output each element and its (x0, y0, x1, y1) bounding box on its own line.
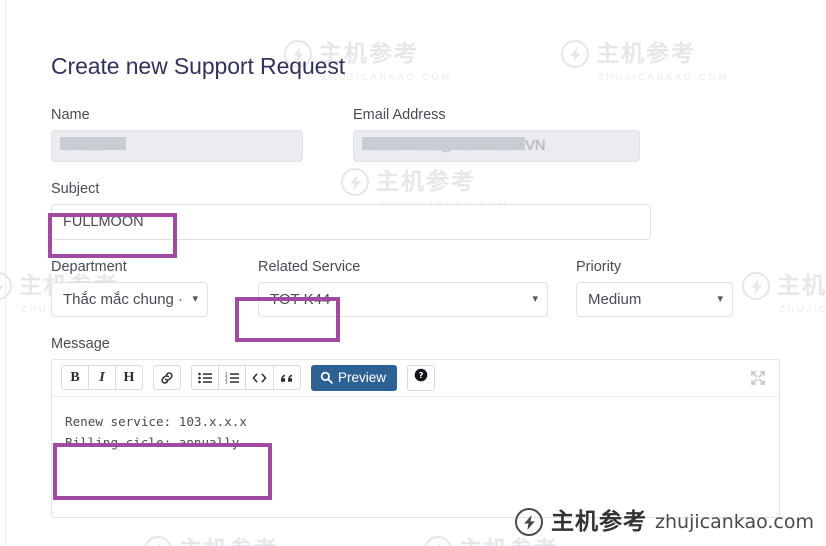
email-redaction-bar (362, 136, 525, 150)
question-mark-icon: ? (414, 368, 428, 387)
svg-text:?: ? (419, 370, 424, 380)
heading-button[interactable]: H (115, 365, 143, 391)
name-label: Name (51, 106, 90, 123)
code-button[interactable] (245, 365, 274, 391)
lightning-circle-icon (144, 536, 172, 546)
priority-select-value: Medium (588, 290, 642, 308)
related-service-select-value: TOT K44 (270, 290, 331, 308)
search-icon (320, 371, 333, 384)
preview-button[interactable]: Preview (311, 364, 398, 391)
link-group (153, 365, 181, 391)
help-button[interactable]: ? (407, 364, 436, 391)
watermark-faded-bottom-right: 主机参考 (424, 536, 559, 546)
chevron-down-icon: ▾ (717, 292, 723, 305)
subject-label: Subject (51, 180, 100, 197)
lightning-circle-icon (515, 508, 544, 536)
watermark-faded-bottom-left: 主机参考 (144, 536, 279, 546)
list-insert-group: 1 2 3 (191, 365, 301, 391)
preview-button-label: Preview (338, 370, 387, 386)
fullscreen-expand-button[interactable] (750, 370, 766, 386)
quote-icon (280, 372, 294, 384)
priority-label: Priority (576, 258, 622, 275)
watermark-solid-bottom-right: 主机参考 zhujicankao.com (515, 508, 814, 536)
message-textarea[interactable]: Renew service: 103.x.x.x Billing cicle: … (52, 397, 779, 517)
support-request-form: Create new Support Request Name HA LE Em… (51, 0, 780, 518)
page-title: Create new Support Request (51, 53, 346, 79)
unordered-list-button[interactable] (191, 365, 219, 391)
italic-button[interactable]: I (88, 365, 116, 391)
message-label: Message (51, 335, 110, 352)
support-request-page: 主机参考 ZHUJICANKAO.COM 主机参考 ZHUJICANKAO.CO… (0, 0, 826, 546)
text-format-group: B I H (61, 365, 143, 391)
watermark-en-text: ZHUJICANKAO.COM (779, 304, 826, 315)
bold-label: B (70, 369, 80, 385)
related-service-select[interactable]: TOT K44 ▾ (258, 281, 548, 317)
message-editor: B I H 1 2 3 Preview ? Renew service: 103… (51, 358, 780, 518)
unordered-list-icon (198, 372, 212, 384)
link-icon (160, 371, 174, 385)
subject-input[interactable]: FULLMOON (51, 203, 651, 240)
chevron-down-icon: ▾ (532, 292, 538, 305)
italic-label: I (99, 369, 105, 385)
editor-toolbar: B I H 1 2 3 Preview ? (52, 360, 779, 397)
priority-select[interactable]: Medium ▾ (576, 281, 733, 317)
watermark-solid-cn-text: 主机参考 (551, 508, 648, 535)
related-service-label: Related Service (258, 258, 361, 275)
watermark-faded-right-edge: 主机参考 ZHUJICANKAO.COM (742, 272, 826, 315)
email-input[interactable]: VIETHA.LE@TOTHOST.VN (353, 129, 640, 162)
department-label: Department (51, 258, 127, 275)
watermark-cn-text: 主机参考 (459, 538, 559, 546)
ordered-list-button[interactable]: 1 2 3 (218, 365, 246, 391)
department-select-value: Thắc mắc chung · (63, 290, 184, 308)
svg-text:3: 3 (225, 379, 228, 384)
watermark-solid-domain-text: zhujicankao.com (655, 511, 814, 533)
bold-button[interactable]: B (61, 365, 89, 391)
watermark-cn-text: 主机参考 (777, 272, 826, 299)
lightning-circle-icon (424, 536, 452, 546)
lightning-circle-icon (0, 272, 12, 300)
name-redaction-bar (60, 136, 126, 150)
chevron-down-icon: ▾ (192, 292, 198, 305)
heading-label: H (123, 369, 135, 385)
link-button[interactable] (153, 365, 181, 391)
watermark-cn-text: 主机参考 (179, 538, 279, 546)
code-icon (252, 372, 267, 384)
ordered-list-icon: 1 2 3 (225, 372, 239, 384)
email-label: Email Address (353, 106, 446, 123)
department-select[interactable]: Thắc mắc chung · ▾ (51, 281, 208, 317)
name-input[interactable]: HA LE (51, 129, 303, 162)
quote-button[interactable] (273, 365, 301, 391)
page-left-rule (5, 0, 6, 546)
fullscreen-expand-icon (750, 370, 766, 390)
